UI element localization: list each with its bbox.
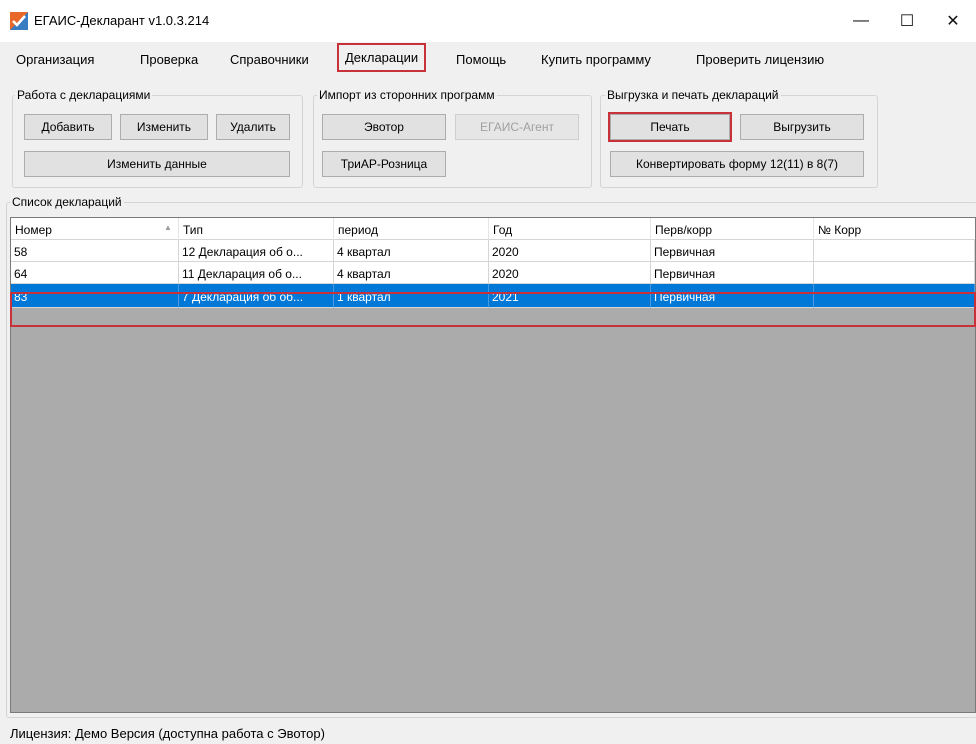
cell-number: 83: [11, 284, 179, 308]
evotor-button[interactable]: Эвотор: [322, 114, 446, 140]
print-button[interactable]: Печать: [608, 112, 732, 142]
cell-type: 12 Декларация об о...: [179, 240, 334, 262]
license-status-text: Лицензия: Демо Версия (доступна работа с…: [10, 726, 325, 741]
cell-year: 2020: [489, 240, 651, 262]
group-title-list: Список деклараций: [10, 195, 124, 209]
convert-form-button[interactable]: Конвертировать форму 12(11) в 8(7): [610, 151, 864, 177]
window-title: ЕГАИС-Декларант v1.0.3.214: [34, 13, 210, 28]
minimize-button[interactable]: —: [838, 0, 884, 42]
table-row[interactable]: 58 12 Декларация об о... 4 квартал 2020 …: [11, 240, 975, 262]
column-header-corr-number[interactable]: № Корр: [814, 218, 975, 240]
menu-check[interactable]: Проверка: [136, 50, 202, 69]
egais-agent-button: ЕГАИС-Агент: [455, 114, 579, 140]
app-logo-icon: [10, 12, 28, 30]
cell-period: 4 квартал: [334, 240, 489, 262]
cell-primary-corr: Первичная: [651, 262, 814, 284]
edit-button[interactable]: Изменить: [120, 114, 208, 140]
cell-period: 4 квартал: [334, 262, 489, 284]
column-header-period[interactable]: период: [334, 218, 489, 240]
column-header-number[interactable]: Номер ▲: [11, 218, 179, 240]
column-header-label: Номер: [15, 223, 52, 237]
group-title-import: Импорт из сторонних программ: [317, 88, 497, 102]
cell-corr-number: [814, 262, 975, 284]
cell-year: 2021: [489, 284, 651, 308]
menu-references[interactable]: Справочники: [226, 50, 313, 69]
column-header-primary-corr[interactable]: Перв/корр: [651, 218, 814, 240]
table-row-selected[interactable]: 83 7 Декларация об об... 1 квартал 2021 …: [11, 284, 975, 308]
menu-declarations[interactable]: Декларации: [336, 43, 427, 72]
add-button[interactable]: Добавить: [24, 114, 112, 140]
cell-primary-corr: Первичная: [651, 284, 814, 308]
cell-corr-number: [814, 240, 975, 262]
menu-check-license[interactable]: Проверить лицензию: [692, 50, 828, 69]
close-button[interactable]: ✕: [930, 0, 976, 42]
triar-button[interactable]: ТриАР-Розница: [322, 151, 446, 177]
maximize-button[interactable]: ☐: [884, 0, 930, 42]
cell-number: 64: [11, 262, 179, 284]
delete-button[interactable]: Удалить: [216, 114, 290, 140]
cell-type: 7 Декларация об об...: [179, 284, 334, 308]
declarations-grid[interactable]: Номер ▲ Тип период Год Перв/корр № Корр …: [10, 217, 976, 713]
column-header-type[interactable]: Тип: [179, 218, 334, 240]
status-bar: Лицензия: Демо Версия (доступна работа с…: [0, 720, 976, 744]
export-button[interactable]: Выгрузить: [740, 114, 864, 140]
cell-year: 2020: [489, 262, 651, 284]
table-row[interactable]: 64 11 Декларация об о... 4 квартал 2020 …: [11, 262, 975, 284]
menu-buy-program[interactable]: Купить программу: [537, 50, 655, 69]
menu-help[interactable]: Помощь: [452, 50, 510, 69]
group-title-work: Работа с декларациями: [15, 88, 153, 102]
group-title-export: Выгрузка и печать деклараций: [605, 88, 781, 102]
edit-data-button[interactable]: Изменить данные: [24, 151, 290, 177]
cell-primary-corr: Первичная: [651, 240, 814, 262]
column-header-year[interactable]: Год: [489, 218, 651, 240]
menu-organization[interactable]: Организация: [12, 50, 98, 69]
cell-type: 11 Декларация об о...: [179, 262, 334, 284]
cell-number: 58: [11, 240, 179, 262]
cell-period: 1 квартал: [334, 284, 489, 308]
cell-corr-number: [814, 284, 975, 308]
sort-arrow-icon: ▲: [164, 223, 172, 232]
